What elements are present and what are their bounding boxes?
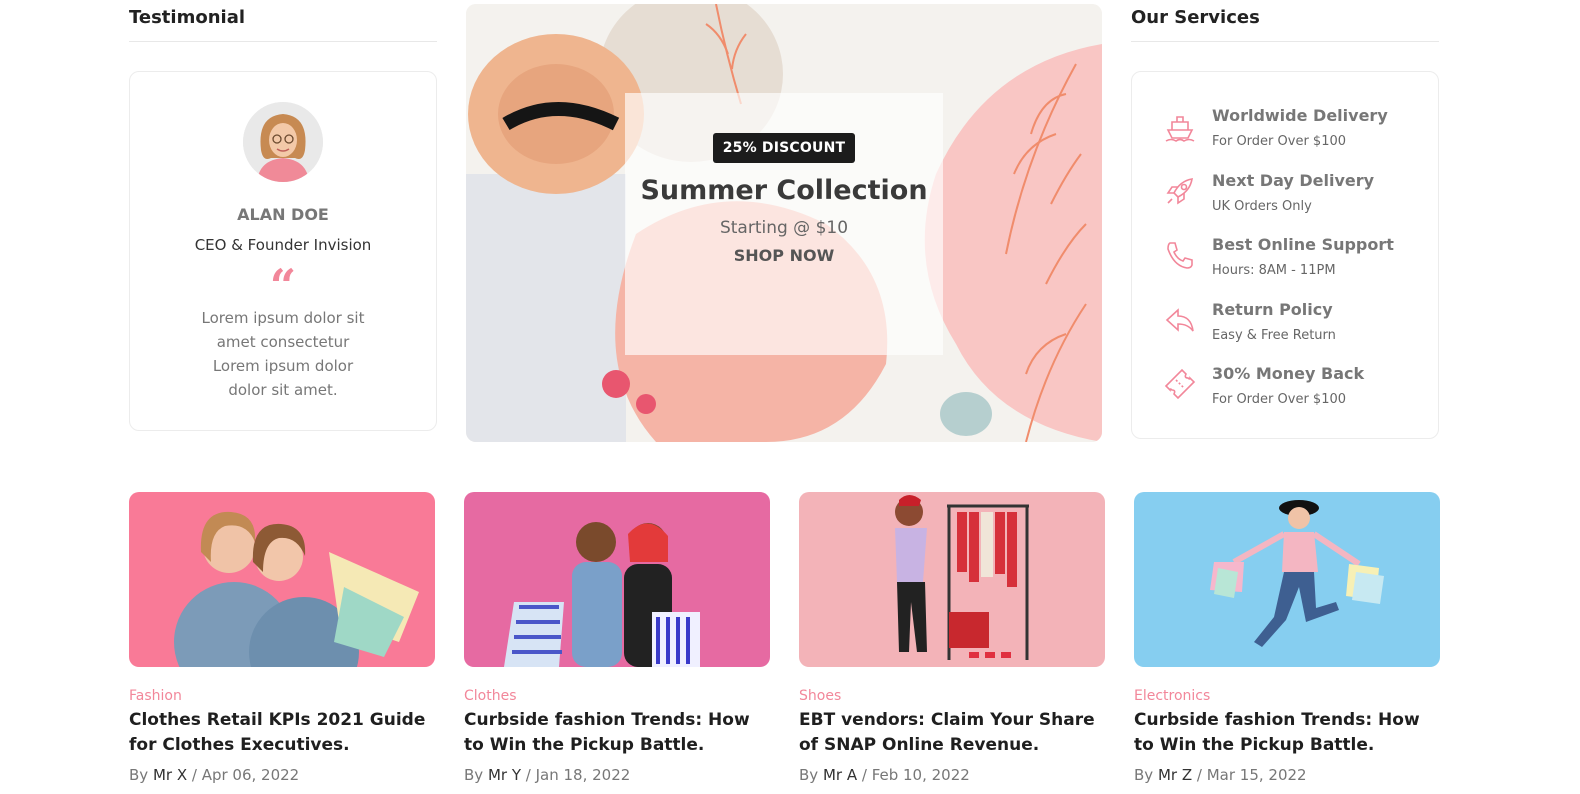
post-meta: By Mr Y / Jan 18, 2022 (464, 766, 631, 784)
service-subtitle: UK Orders Only (1212, 199, 1312, 214)
blog-post-image[interactable] (1134, 492, 1440, 667)
post-date: Apr 06, 2022 (201, 766, 300, 784)
post-category[interactable]: Clothes (464, 688, 770, 704)
service-item: Return Policy Easy & Free Return (1162, 298, 1422, 352)
phone-icon (1167, 242, 1193, 269)
post-date: Feb 10, 2022 (871, 766, 970, 784)
post-category[interactable]: Fashion (129, 688, 435, 704)
blog-post: Electronics Curbside fashion Trends: How… (1134, 492, 1440, 784)
post-author[interactable]: Mr A (823, 766, 857, 784)
post-meta: By Mr X / Apr 06, 2022 (129, 766, 300, 784)
promo-title: Summer Collection (640, 175, 928, 206)
post-category[interactable]: Shoes (799, 688, 1105, 704)
blog-post: Fashion Clothes Retail KPIs 2021 Guide f… (129, 492, 435, 784)
service-subtitle: For Order Over $100 (1212, 134, 1347, 149)
post-title[interactable]: Clothes Retail KPIs 2021 Guide for Cloth… (129, 708, 435, 758)
service-item: Next Day Delivery UK Orders Only (1162, 169, 1422, 223)
testimonial-heading: Testimonial (129, 7, 246, 28)
services-heading: Our Services (1131, 7, 1260, 28)
summer-collection-banner[interactable]: 25% DISCOUNT Summer Collection Starting … (466, 4, 1102, 442)
service-subtitle: Hours: 8AM - 11PM (1212, 263, 1336, 278)
quote-icon: “ (269, 259, 297, 313)
service-item: 30% Money Back For Order Over $100 (1162, 362, 1422, 416)
post-author[interactable]: Mr Y (488, 766, 521, 784)
avatar (243, 102, 323, 182)
shop-now-link[interactable]: SHOP NOW (625, 246, 943, 265)
blog-post-image[interactable] (464, 492, 770, 667)
post-date: Jan 18, 2022 (535, 766, 631, 784)
ship-icon (1165, 116, 1195, 142)
service-title: 30% Money Back (1212, 364, 1365, 383)
by-label: By (1134, 766, 1154, 784)
service-subtitle: For Order Over $100 (1212, 392, 1347, 407)
by-label: By (129, 766, 149, 784)
blog-post: Clothes Curbside fashion Trends: How to … (464, 492, 770, 784)
post-title[interactable]: Curbside fashion Trends: How to Win the … (1134, 708, 1440, 758)
blog-post-image[interactable] (799, 492, 1105, 667)
post-title[interactable]: Curbside fashion Trends: How to Win the … (464, 708, 770, 758)
promo-box: 25% DISCOUNT Summer Collection Starting … (625, 93, 943, 355)
testimonial-card: ALAN DOE CEO & Founder Invision “ Lorem … (129, 71, 437, 431)
service-title: Best Online Support (1212, 235, 1394, 254)
service-item: Best Online Support Hours: 8AM - 11PM (1162, 233, 1422, 287)
post-date: Mar 15, 2022 (1206, 766, 1307, 784)
service-title: Worldwide Delivery (1212, 106, 1388, 125)
post-meta: By Mr A / Feb 10, 2022 (799, 766, 970, 784)
promo-subtitle: Starting @ $10 (719, 218, 849, 238)
testimonial-role: CEO & Founder Invision (194, 236, 372, 254)
post-category[interactable]: Electronics (1134, 688, 1440, 704)
testimonial-text: Lorem ipsum dolor sit amet consectetur L… (201, 309, 365, 399)
post-author[interactable]: Mr Z (1158, 766, 1192, 784)
service-item: Worldwide Delivery For Order Over $100 (1162, 104, 1422, 158)
testimonial-name: ALAN DOE (237, 205, 329, 224)
ticket-icon (1164, 368, 1196, 400)
by-label: By (464, 766, 484, 784)
post-meta: By Mr Z / Mar 15, 2022 (1134, 766, 1307, 784)
discount-badge: 25% DISCOUNT (712, 133, 856, 163)
services-card: Worldwide Delivery For Order Over $100 N… (1131, 71, 1439, 439)
service-subtitle: Easy & Free Return (1212, 328, 1336, 343)
post-author[interactable]: Mr X (153, 766, 187, 784)
service-title: Return Policy (1212, 300, 1333, 319)
by-label: By (799, 766, 819, 784)
testimonial-header: Testimonial (129, 0, 437, 42)
service-title: Next Day Delivery (1212, 171, 1375, 190)
blog-post-image[interactable] (129, 492, 435, 667)
blog-post: Shoes EBT vendors: Claim Your Share of S… (799, 492, 1105, 784)
rocket-icon (1166, 178, 1193, 205)
post-title[interactable]: EBT vendors: Claim Your Share of SNAP On… (799, 708, 1105, 758)
return-arrow-icon (1165, 308, 1194, 332)
services-header: Our Services (1131, 0, 1439, 42)
